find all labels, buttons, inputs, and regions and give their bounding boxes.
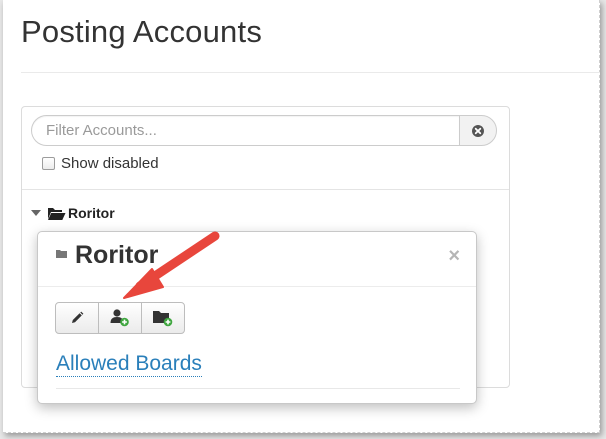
popover-title: Roritor [75, 241, 159, 269]
user-plus-icon [110, 309, 129, 327]
page-title: Posting Accounts [21, 14, 263, 49]
edit-button[interactable] [55, 302, 99, 334]
popover-header: Roritor × [38, 232, 476, 287]
tree-item-roritor[interactable]: Roritor [31, 204, 115, 222]
show-disabled-option[interactable]: Show disabled [42, 154, 159, 172]
times-circle-icon [472, 124, 484, 137]
clear-filter-button[interactable] [459, 115, 497, 146]
popover-divider [56, 388, 460, 389]
tree-item-label: Roritor [68, 205, 115, 221]
title-divider [21, 72, 600, 73]
filter-accounts-input[interactable] [31, 115, 459, 146]
popover-action-buttons [55, 302, 185, 334]
close-icon[interactable]: × [448, 246, 460, 266]
add-account-button[interactable] [98, 302, 142, 334]
caret-down-icon[interactable] [31, 209, 41, 216]
show-disabled-checkbox[interactable] [42, 156, 55, 170]
allowed-boards-link[interactable]: Allowed Boards [56, 352, 202, 377]
folder-icon [56, 250, 67, 258]
pencil-icon [72, 311, 84, 323]
show-disabled-label: Show disabled [61, 154, 159, 172]
folder-open-icon [48, 207, 66, 220]
account-popover: Roritor × Allowed Boards [37, 231, 477, 404]
filter-group [31, 115, 497, 146]
torn-edge-right [591, 0, 600, 433]
accounts-panel-header: Show disabled [22, 107, 509, 190]
folder-plus-icon [153, 311, 173, 327]
torn-edge-bottom [3, 426, 600, 433]
add-folder-button[interactable] [141, 302, 185, 334]
